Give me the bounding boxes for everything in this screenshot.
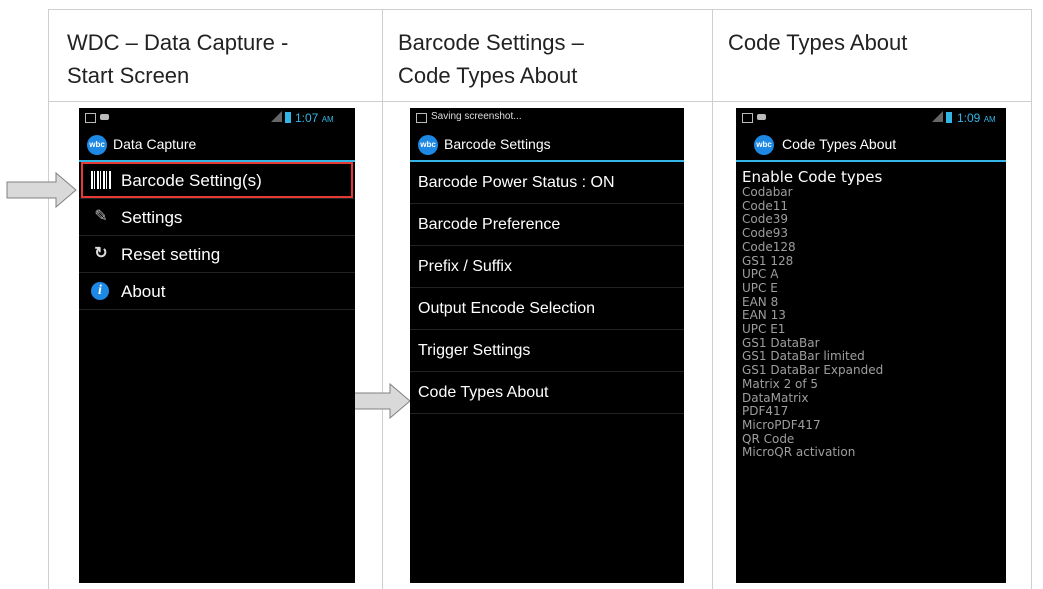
menu-list: Barcode Setting(s) ✎ Settings ↻ Reset se… (79, 162, 355, 310)
code-type-item: EAN 8 (742, 294, 779, 309)
status-text: Saving screenshot... (431, 111, 522, 122)
barcode-icon (91, 171, 111, 189)
picture-notification-icon (742, 113, 753, 123)
status-time-value: 1:07 (295, 111, 319, 125)
code-type-item: PDF417 (742, 404, 789, 419)
column-header-3-line1: Code Types About (728, 30, 908, 55)
status-time-ampm: AM (983, 115, 996, 124)
code-type-item: Code93 (742, 226, 788, 241)
code-type-item: QR Code (742, 431, 795, 446)
wbc-app-icon: wbc (754, 135, 774, 155)
wrench-icon: ✎ (94, 208, 108, 225)
pref-item-barcode-preference[interactable]: Barcode Preference (410, 204, 684, 246)
battery-icon (285, 112, 291, 123)
code-type-item: UPC A (742, 267, 779, 282)
pref-item-output-encode-selection[interactable]: Output Encode Selection (410, 288, 684, 330)
wbc-app-icon: wbc (87, 135, 107, 155)
menu-item-label: Reset setting (121, 245, 221, 264)
pref-item-label: Barcode Power Status : ON (418, 174, 615, 191)
table-border-right (1031, 9, 1032, 589)
table-border-top (48, 9, 1032, 10)
phone-screen-barcode-settings: Saving screenshot... wbc Barcode Setting… (410, 108, 684, 583)
code-type-item: GS1 DataBar limited (742, 349, 865, 364)
code-type-item: Codabar (742, 185, 793, 199)
info-icon: i (91, 282, 109, 300)
pref-item-prefix-suffix[interactable]: Prefix / Suffix (410, 246, 684, 288)
code-type-item: DataMatrix (742, 390, 809, 405)
usb-notification-icon (100, 114, 109, 120)
status-bar: 1:09 AM (736, 108, 1006, 128)
picture-notification-icon (85, 113, 96, 123)
status-bar: 1:07 AM (79, 108, 355, 128)
column-header-2-line1: Barcode Settings – (398, 30, 584, 55)
table-header-divider (48, 101, 1032, 102)
column-header-1-line2: Start Screen (67, 63, 190, 88)
wbc-app-icon: wbc (418, 135, 438, 155)
table-border-left (48, 9, 49, 589)
pref-item-label: Prefix / Suffix (418, 258, 512, 275)
pointer-arrow-icon (6, 172, 77, 208)
code-type-item: MicroPDF417 (742, 417, 821, 432)
usb-notification-icon (757, 114, 766, 120)
screenshot-notification-icon (416, 113, 427, 123)
column-header-2: Barcode Settings – Code Types About (398, 26, 584, 92)
code-type-item: Code128 (742, 239, 796, 254)
menu-item-reset-setting[interactable]: ↻ Reset setting (79, 236, 355, 273)
column-header-1: WDC – Data Capture - Start Screen (67, 26, 288, 92)
app-title: Barcode Settings (444, 136, 551, 152)
code-type-item: Matrix 2 of 5 (742, 376, 819, 391)
status-time: 1:07 AM (295, 111, 334, 125)
code-types-heading: Enable Code types (742, 168, 883, 186)
signal-icon (271, 111, 282, 122)
column-header-3: Code Types About (728, 26, 907, 59)
action-bar: wbc Code Types About (736, 128, 1006, 162)
pref-item-barcode-power-status[interactable]: Barcode Power Status : ON (410, 162, 684, 204)
preference-list: Barcode Power Status : ON Barcode Prefer… (410, 162, 684, 414)
menu-item-settings[interactable]: ✎ Settings (79, 199, 355, 236)
phone-screen-code-types-about: 1:09 AM wbc Code Types About Enable Code… (736, 108, 1006, 583)
pref-item-label: Output Encode Selection (418, 300, 596, 317)
code-type-item: Code39 (742, 212, 788, 227)
menu-item-label: Settings (121, 208, 183, 227)
code-type-item: UPC E1 (742, 322, 786, 337)
status-time: 1:09 AM (957, 111, 996, 125)
table-divider-2 (712, 9, 713, 589)
code-type-item: GS1 DataBar (742, 335, 820, 350)
reset-icon: ↻ (94, 245, 108, 262)
column-header-2-line2: Code Types About (398, 63, 578, 88)
phone-screen-data-capture: 1:07 AM wbc Data Capture Barcode Setting… (79, 108, 355, 583)
pref-item-label: Barcode Preference (418, 216, 561, 233)
code-type-item: EAN 13 (742, 308, 786, 323)
code-type-item: UPC E (742, 280, 778, 295)
column-header-1-line1: WDC – Data Capture - (67, 30, 289, 55)
menu-item-barcode-settings[interactable]: Barcode Setting(s) (79, 162, 355, 199)
menu-item-label: Barcode Setting(s) (121, 171, 262, 190)
code-type-item: Code11 (742, 198, 788, 213)
pref-item-label: Code Types About (418, 384, 549, 401)
menu-item-about[interactable]: i About (79, 273, 355, 310)
status-time-value: 1:09 (957, 111, 981, 125)
pref-item-code-types-about[interactable]: Code Types About (410, 372, 684, 414)
status-time-ampm: AM (321, 115, 334, 124)
code-type-item: MicroQR activation (742, 445, 856, 460)
action-bar: wbc Data Capture (79, 128, 355, 162)
status-bar: Saving screenshot... (410, 108, 684, 128)
action-bar: wbc Barcode Settings (410, 128, 684, 162)
code-type-item: GS1 128 (742, 253, 794, 268)
app-title: Code Types About (782, 136, 897, 152)
code-type-item: GS1 DataBar Expanded (742, 363, 884, 378)
signal-icon (932, 111, 943, 122)
pref-item-trigger-settings[interactable]: Trigger Settings (410, 330, 684, 372)
code-types-list: Codabar Code11 Code39 Code93 Code128 GS1 128 U… (736, 185, 1006, 460)
table-divider-1 (382, 9, 383, 589)
battery-icon (946, 112, 952, 123)
pref-item-label: Trigger Settings (418, 342, 531, 359)
app-title: Data Capture (113, 136, 197, 152)
menu-item-label: About (121, 282, 166, 301)
